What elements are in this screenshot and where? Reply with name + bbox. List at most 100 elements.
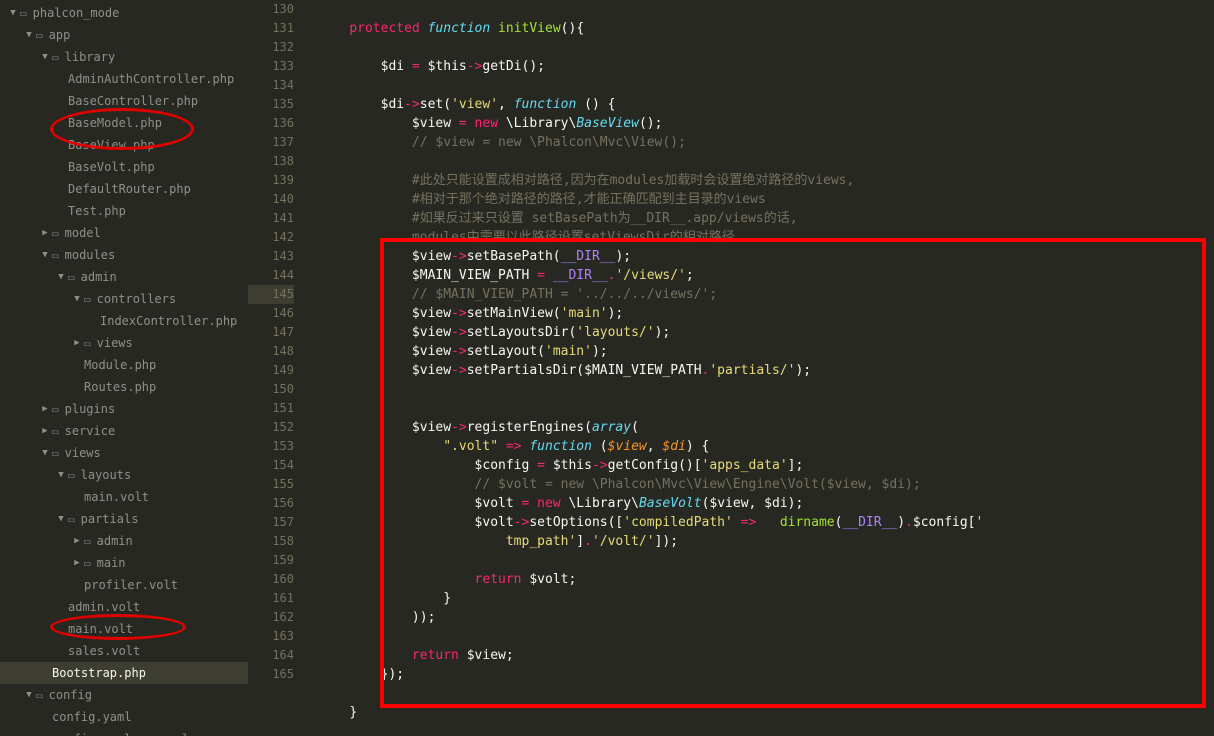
- disclosure-arrow-icon[interactable]: ▶: [72, 338, 82, 348]
- code-line[interactable]: }: [318, 703, 1214, 722]
- code-content[interactable]: protected function initView(){ $di = $th…: [306, 0, 1214, 736]
- tree-file[interactable]: Routes.php: [0, 376, 248, 398]
- code-line[interactable]: #此处只能设置成相对路径,因为在modules加载时会设置绝对路径的views,: [318, 171, 1214, 190]
- code-line[interactable]: modules中需要以此路径设置setViewsDir的相对路径: [318, 228, 1214, 247]
- code-line[interactable]: $MAIN_VIEW_PATH = __DIR__.'/views/';: [318, 266, 1214, 285]
- tree-folder[interactable]: ▼▭admin: [0, 266, 248, 288]
- tree-file[interactable]: BaseVolt.php: [0, 156, 248, 178]
- code-line[interactable]: [318, 152, 1214, 171]
- code-line[interactable]: $view = new \Library\BaseView();: [318, 114, 1214, 133]
- tree-file[interactable]: config.yaml: [0, 706, 248, 728]
- tree-file[interactable]: BaseView.php: [0, 134, 248, 156]
- code-line[interactable]: ".volt" => function ($view, $di) {: [318, 437, 1214, 456]
- code-line[interactable]: }: [318, 589, 1214, 608]
- tree-folder[interactable]: ▼▭partials: [0, 508, 248, 530]
- tree-item-label: config.yaml: [52, 710, 131, 724]
- file-tree-sidebar[interactable]: ▼▭phalcon_mode▼▭app▼▭library AdminAuthCo…: [0, 0, 248, 736]
- tree-folder[interactable]: ▼▭controllers: [0, 288, 248, 310]
- disclosure-arrow-icon[interactable]: ▶: [72, 536, 82, 546]
- code-line[interactable]: $volt->setOptions(['compiledPath' => dir…: [318, 513, 1214, 532]
- tree-item-label: AdminAuthController.php: [68, 72, 234, 86]
- code-line[interactable]: return $volt;: [318, 570, 1214, 589]
- tree-item-label: views: [97, 336, 133, 350]
- disclosure-arrow-icon[interactable]: ▼: [56, 272, 66, 282]
- code-line[interactable]: $view->setLayout('main');: [318, 342, 1214, 361]
- code-line[interactable]: tmp_path'].'/volt/']);: [318, 532, 1214, 551]
- tree-file[interactable]: main.volt: [0, 618, 248, 640]
- code-line[interactable]: $view->setMainView('main');: [318, 304, 1214, 323]
- code-line[interactable]: // $volt = new \Phalcon\Mvc\View\Engine\…: [318, 475, 1214, 494]
- code-line[interactable]: [318, 627, 1214, 646]
- disclosure-arrow-icon[interactable]: ▼: [24, 30, 34, 40]
- line-number: 155: [248, 475, 294, 494]
- tree-file[interactable]: main.volt: [0, 486, 248, 508]
- tree-folder[interactable]: ▼▭modules: [0, 244, 248, 266]
- code-line[interactable]: $volt = new \Library\BaseVolt($view, $di…: [318, 494, 1214, 513]
- tree-folder[interactable]: ▼▭library: [0, 46, 248, 68]
- disclosure-arrow-icon[interactable]: ▶: [40, 228, 50, 238]
- tree-folder[interactable]: ▼▭config: [0, 684, 248, 706]
- tree-file[interactable]: IndexController.php: [0, 310, 248, 332]
- tree-file[interactable]: DefaultRouter.php: [0, 178, 248, 200]
- disclosure-arrow-icon[interactable]: ▼: [24, 690, 34, 700]
- disclosure-arrow-icon[interactable]: ▼: [56, 470, 66, 480]
- tree-folder[interactable]: ▶▭admin: [0, 530, 248, 552]
- code-line[interactable]: $config = $this->getConfig()['apps_data'…: [318, 456, 1214, 475]
- code-line[interactable]: [318, 76, 1214, 95]
- code-line[interactable]: // $view = new \Phalcon\Mvc\View();: [318, 133, 1214, 152]
- tree-folder[interactable]: ▼▭app: [0, 24, 248, 46]
- code-line[interactable]: $view->setPartialsDir($MAIN_VIEW_PATH.'p…: [318, 361, 1214, 380]
- tree-file[interactable]: Test.php: [0, 200, 248, 222]
- code-line[interactable]: $di = $this->getDi();: [318, 57, 1214, 76]
- code-line[interactable]: ));: [318, 608, 1214, 627]
- code-line[interactable]: $view->setLayoutsDir('layouts/');: [318, 323, 1214, 342]
- tree-file[interactable]: BaseModel.php: [0, 112, 248, 134]
- tree-file[interactable]: Bootstrap.php: [0, 662, 248, 684]
- tree-folder[interactable]: ▶▭main: [0, 552, 248, 574]
- disclosure-arrow-icon[interactable]: ▼: [40, 52, 50, 62]
- disclosure-arrow-icon[interactable]: ▶: [40, 426, 50, 436]
- disclosure-arrow-icon[interactable]: ▼: [40, 448, 50, 458]
- tree-file[interactable]: config.yaml. example: [0, 728, 248, 736]
- tree-file[interactable]: profiler.volt: [0, 574, 248, 596]
- code-line[interactable]: });: [318, 665, 1214, 684]
- disclosure-arrow-icon[interactable]: ▶: [72, 558, 82, 568]
- tree-folder[interactable]: ▼▭layouts: [0, 464, 248, 486]
- code-line[interactable]: $di->set('view', function () {: [318, 95, 1214, 114]
- tree-file[interactable]: admin.volt: [0, 596, 248, 618]
- code-line[interactable]: [318, 399, 1214, 418]
- tree-folder[interactable]: ▶▭model: [0, 222, 248, 244]
- tree-folder[interactable]: ▶▭views: [0, 332, 248, 354]
- folder-icon: ▭: [52, 403, 59, 416]
- code-line[interactable]: // $MAIN_VIEW_PATH = '../../../views/';: [318, 285, 1214, 304]
- line-number-gutter: 1301311321331341351361371381391401411421…: [248, 0, 306, 736]
- code-line[interactable]: protected function initView(){: [318, 19, 1214, 38]
- code-line[interactable]: $view->setBasePath(__DIR__);: [318, 247, 1214, 266]
- line-number: 149: [248, 361, 294, 380]
- disclosure-arrow-icon[interactable]: ▼: [8, 8, 18, 18]
- code-line[interactable]: [318, 0, 1214, 19]
- code-line[interactable]: #相对于那个绝对路径的路径,才能正确匹配到主目录的views: [318, 190, 1214, 209]
- disclosure-arrow-icon[interactable]: ▼: [72, 294, 82, 304]
- disclosure-arrow-icon[interactable]: ▼: [56, 514, 66, 524]
- code-line[interactable]: [318, 551, 1214, 570]
- code-editor[interactable]: 1301311321331341351361371381391401411421…: [248, 0, 1214, 736]
- code-line[interactable]: [318, 684, 1214, 703]
- tree-file[interactable]: BaseController.php: [0, 90, 248, 112]
- tree-file[interactable]: Module.php: [0, 354, 248, 376]
- tree-folder[interactable]: ▶▭plugins: [0, 398, 248, 420]
- code-line[interactable]: #如果反过来只设置 setBasePath为__DIR__.app/views的…: [318, 209, 1214, 228]
- tree-folder[interactable]: ▼▭phalcon_mode: [0, 2, 248, 24]
- line-number: 133: [248, 57, 294, 76]
- code-line[interactable]: $view->registerEngines(array(: [318, 418, 1214, 437]
- tree-file[interactable]: AdminAuthController.php: [0, 68, 248, 90]
- disclosure-arrow-icon[interactable]: ▼: [40, 250, 50, 260]
- tree-folder[interactable]: ▶▭service: [0, 420, 248, 442]
- code-line[interactable]: [318, 38, 1214, 57]
- code-line[interactable]: [318, 380, 1214, 399]
- disclosure-arrow-icon[interactable]: ▶: [40, 404, 50, 414]
- code-line[interactable]: return $view;: [318, 646, 1214, 665]
- tree-file[interactable]: sales.volt: [0, 640, 248, 662]
- folder-icon: ▭: [84, 535, 91, 548]
- tree-folder[interactable]: ▼▭views: [0, 442, 248, 464]
